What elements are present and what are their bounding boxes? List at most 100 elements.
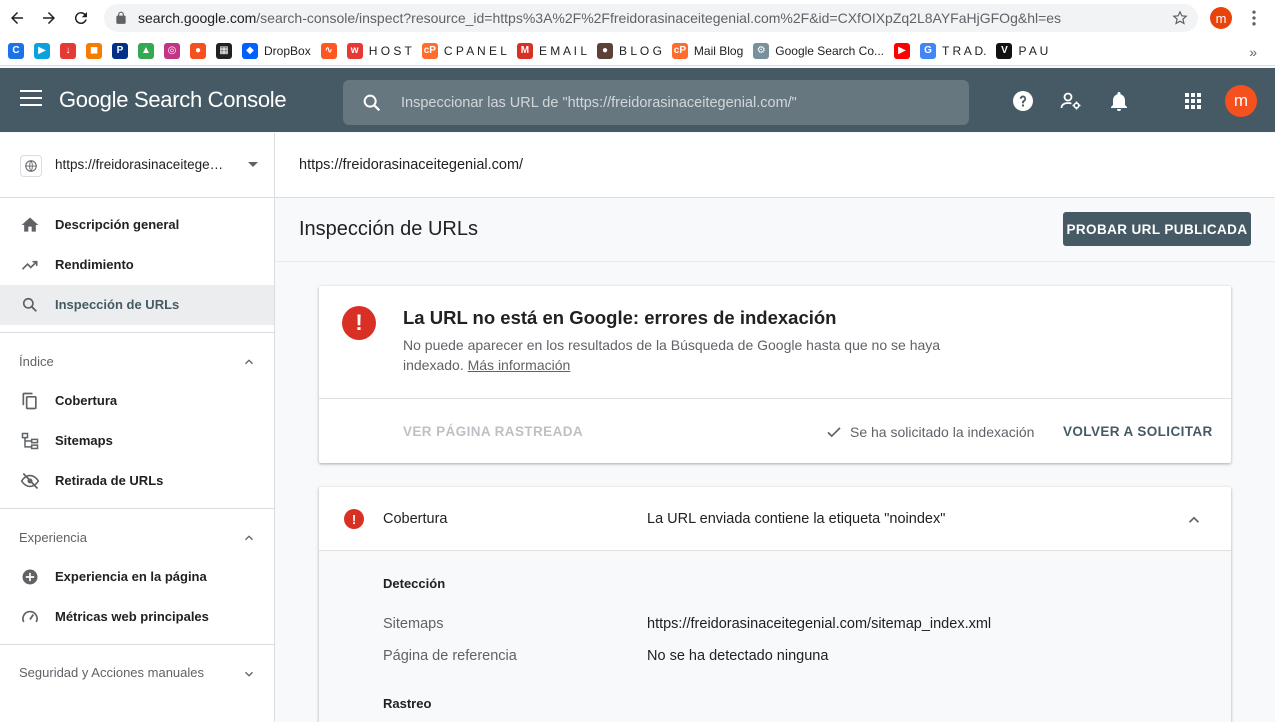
coverage-header[interactable]: ! Cobertura La URL enviada contiene la e… [319, 487, 1231, 551]
bookmark-item[interactable]: ◆ DropBox [242, 39, 311, 63]
star-icon[interactable] [1172, 10, 1188, 26]
sidebar-item-removals[interactable]: Retirada de URLs [0, 461, 274, 501]
test-live-url-button[interactable]: PROBAR URL PUBLICADA [1063, 212, 1251, 246]
address-bar[interactable]: search.google.com/search-console/inspect… [104, 4, 1198, 32]
bookmark-item[interactable]: ⚙ Google Search Co... [753, 39, 884, 63]
bookmark-item[interactable]: cP C P A N E L [421, 39, 507, 63]
sitemap-icon [21, 432, 39, 450]
bookmark-item[interactable]: ◼ [86, 39, 102, 63]
bookmark-label: B L O G [619, 43, 662, 58]
paypal-icon: P [112, 42, 128, 59]
sidebar-section-index[interactable]: Índice [0, 341, 274, 381]
bookmark-item[interactable]: C [8, 39, 24, 63]
vo-icon: V [996, 42, 1013, 59]
search-input[interactable] [401, 80, 961, 125]
trending-up-icon [21, 260, 38, 270]
account-avatar[interactable]: m [1225, 85, 1257, 117]
sidebar-item-label: Cobertura [55, 393, 118, 408]
back-button[interactable] [1, 2, 33, 34]
analytics-icon: ∿ [320, 42, 337, 59]
bookmark-item[interactable]: ● B L O G [597, 39, 662, 63]
manage-users-icon[interactable] [1059, 89, 1083, 113]
bookmark-label: H O S T [368, 43, 412, 58]
help-icon[interactable] [1011, 89, 1035, 113]
bookmark-item[interactable]: ▶ [34, 39, 50, 63]
inspected-url: https://freidorasinaceitegenial.com/ [299, 157, 524, 173]
page-header: Inspección de URLs PROBAR URL PUBLICADA [275, 198, 1275, 262]
menu-icon[interactable] [20, 90, 42, 108]
detail-value: https://freidorasinaceitegenial.com/site… [647, 616, 992, 632]
bookmark-item[interactable]: G T R A D. [920, 39, 986, 63]
bookmark-label: E M A I L [538, 43, 587, 58]
instagram-icon: ◎ [164, 42, 180, 59]
bookmark-item[interactable]: ∿ [320, 39, 337, 63]
bookmark-item[interactable]: ME M A I L [516, 39, 587, 63]
sidebar-item-core-web-vitals[interactable]: Métricas web principales [0, 597, 274, 637]
bookmark-item[interactable]: ▶ [894, 39, 910, 63]
section-title: Experiencia [19, 530, 87, 545]
browser-profile-avatar[interactable]: m [1210, 7, 1232, 29]
sidebar-divider [0, 644, 274, 645]
bookmark-label: P A U [1018, 43, 1049, 58]
sidebar-item-sitemaps[interactable]: Sitemaps [0, 421, 274, 461]
sidebar-section-experience[interactable]: Experiencia [0, 517, 274, 557]
sidebar-item-coverage[interactable]: Cobertura [0, 381, 274, 421]
bookmark-label: T R A D. [942, 43, 987, 58]
dropbox-icon: ◆ [242, 42, 258, 59]
sidebar-item-url-inspection[interactable]: Inspección de URLs [0, 285, 274, 325]
view-crawled-page-button[interactable]: VER PÁGINA RASTREADA [403, 424, 583, 439]
notifications-icon[interactable] [1107, 89, 1131, 113]
bookmark-item[interactable]: ● [190, 39, 206, 63]
error-icon: ! [342, 306, 376, 340]
more-vert-icon[interactable] [1244, 8, 1264, 28]
bookmarks-overflow-button[interactable]: » [1249, 44, 1257, 60]
chevron-down-icon [245, 671, 253, 677]
request-again-button[interactable]: VOLVER A SOLICITAR [1063, 424, 1213, 439]
check-icon [827, 427, 841, 438]
coverage-details: Detección Sitemaps https://freidorasinac… [319, 551, 1231, 722]
url-host: search.google.com [138, 10, 257, 26]
cpanel-icon: cP [671, 42, 688, 59]
bookmark-item[interactable]: ↓ [60, 39, 76, 63]
bookmark-item[interactable]: P [112, 39, 128, 63]
reload-icon [74, 12, 87, 25]
sidebar-item-label: Experiencia en la página [55, 569, 207, 584]
apps-grid-icon[interactable] [1181, 89, 1205, 113]
forward-button[interactable] [33, 2, 65, 34]
copy-icon [22, 392, 37, 410]
browser-toolbar: search.google.com/search-console/inspect… [0, 0, 1275, 36]
crawl-heading: Rastreo [383, 696, 432, 711]
sidebar-item-label: Retirada de URLs [55, 473, 164, 488]
sidebar-item-performance[interactable]: Rendimiento [0, 245, 274, 285]
bookmark-item[interactable]: ▲ [138, 39, 154, 63]
chevron-up-icon[interactable] [1185, 511, 1203, 529]
arrow-right-icon [43, 12, 55, 24]
search-icon [363, 94, 381, 112]
bookmark-item[interactable]: wH O S T [346, 39, 412, 63]
grid-logo-icon: ▦ [216, 42, 232, 59]
inspected-url-bar: https://freidorasinaceitegenial.com/ [275, 133, 1275, 198]
bookmark-item[interactable]: VP A U [996, 39, 1048, 63]
bookmark-item[interactable]: cP Mail Blog [671, 39, 743, 63]
learn-more-link[interactable]: Más información [468, 357, 571, 373]
property-selector[interactable]: https://freidorasinaceitegenial.com/ [0, 133, 274, 198]
detail-value: No se ha detectado ninguna [647, 648, 829, 664]
sidebar-item-label: Inspección de URLs [55, 297, 180, 312]
reload-button[interactable] [65, 2, 97, 34]
sidebar-divider [0, 332, 274, 333]
sidebar-item-overview[interactable]: Descripción general [0, 205, 274, 245]
bookmark-item[interactable]: ▦ [216, 39, 232, 63]
sidebar-section-security[interactable]: Seguridad y Acciones manuales [0, 659, 274, 699]
product-logo[interactable]: Google Search Console [59, 87, 287, 113]
indexing-requested-status: Se ha solicitado la indexación [850, 424, 1035, 440]
url-inspection-search[interactable] [343, 80, 969, 125]
bookmark-item[interactable]: ◎ [164, 39, 180, 63]
status-description: No puede aparecer en los resultados de l… [403, 337, 941, 373]
youtube-icon: ▶ [894, 42, 910, 59]
eye-off-icon [20, 472, 40, 490]
orange-square-icon: ◼ [86, 42, 102, 59]
sidebar-item-page-experience[interactable]: Experiencia en la página [0, 557, 274, 597]
sidebar-item-label: Sitemaps [55, 433, 113, 448]
bookmark-label: C P A N E L [443, 43, 507, 58]
c-logo-icon: C [8, 42, 24, 59]
